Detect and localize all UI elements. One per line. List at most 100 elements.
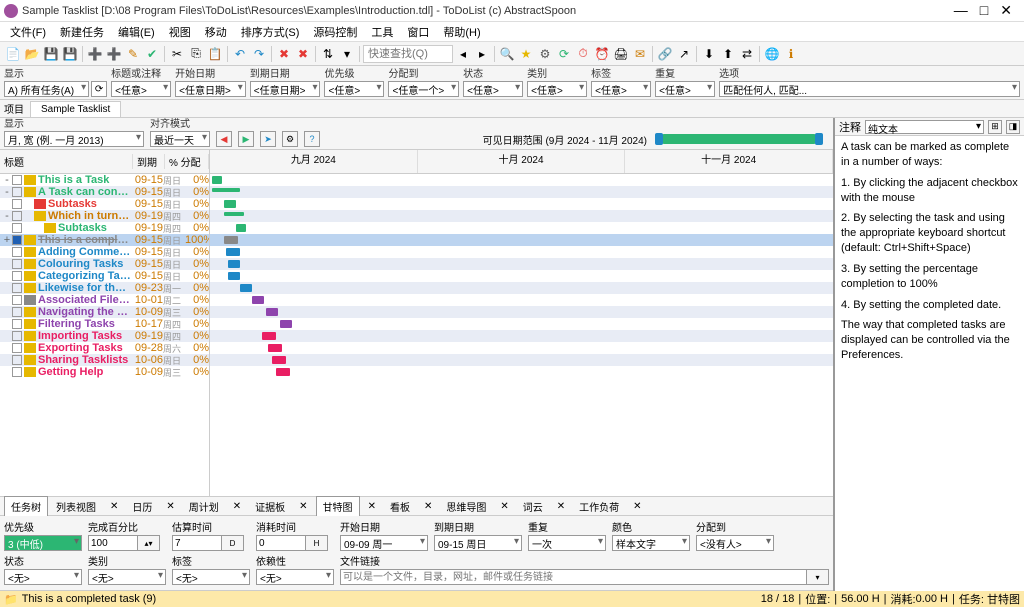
- menu-窗口[interactable]: 窗口: [401, 22, 435, 42]
- view-tab[interactable]: 甘特图: [316, 496, 360, 517]
- gantt-bar[interactable]: [226, 248, 240, 256]
- gantt-settings-button[interactable]: ⚙: [282, 131, 298, 147]
- view-tab[interactable]: ✕: [494, 499, 514, 514]
- startdate-select[interactable]: 09-09 周一: [340, 535, 428, 551]
- close-button[interactable]: ✕: [1000, 2, 1012, 19]
- menu-新建任务[interactable]: 新建任务: [54, 22, 110, 42]
- display-select[interactable]: A) 所有任务(A): [4, 81, 89, 97]
- gantt-bar[interactable]: [262, 332, 276, 340]
- find-icon[interactable]: 🔍: [498, 45, 516, 63]
- menu-视图[interactable]: 视图: [163, 22, 197, 42]
- repeat-select[interactable]: 一次: [528, 535, 606, 551]
- pct-spinner[interactable]: ▴▾: [138, 535, 160, 551]
- view-tab[interactable]: 列表视图: [50, 497, 102, 516]
- minimize-button[interactable]: —: [954, 2, 968, 19]
- save-all-icon[interactable]: 💾: [61, 45, 79, 63]
- task-row[interactable]: +This is a completed ...09-15周日100%: [0, 234, 209, 246]
- new-task-icon[interactable]: ➕: [86, 45, 104, 63]
- dep-select[interactable]: <无>: [256, 569, 334, 585]
- gantt-bar[interactable]: [228, 272, 240, 280]
- cut-icon[interactable]: ✂: [168, 45, 186, 63]
- task-checkbox[interactable]: [12, 199, 22, 209]
- new-icon[interactable]: 📄: [4, 45, 22, 63]
- redo-icon[interactable]: ↷: [250, 45, 268, 63]
- gantt-bar[interactable]: [212, 188, 240, 192]
- task-checkbox[interactable]: [12, 343, 22, 353]
- start-filter[interactable]: <任意日期>: [175, 81, 246, 97]
- gantt-align-select[interactable]: 最近一天: [150, 131, 210, 147]
- refresh-icon[interactable]: ⟳: [555, 45, 573, 63]
- color-select[interactable]: 样本文字: [612, 535, 690, 551]
- status-filter[interactable]: <任意>: [463, 81, 523, 97]
- gantt-bar[interactable]: [266, 308, 278, 316]
- expand-icon[interactable]: +: [2, 234, 12, 246]
- menu-编辑(E)[interactable]: 编辑(E): [112, 22, 161, 42]
- gantt-bar[interactable]: [268, 344, 282, 352]
- task-checkbox[interactable]: [12, 307, 22, 317]
- task-checkbox[interactable]: [12, 367, 22, 377]
- gantt-bar[interactable]: [236, 224, 246, 232]
- view-tab[interactable]: 词云: [517, 497, 549, 516]
- task-row[interactable]: Subtasks09-15周日0%: [0, 198, 209, 210]
- gantt-display-select[interactable]: 月, 宽 (例. 一月 2013): [4, 131, 144, 147]
- delete-all-icon[interactable]: ✖: [294, 45, 312, 63]
- gantt-today-button[interactable]: ◀: [216, 131, 232, 147]
- view-tab[interactable]: ✕: [627, 499, 647, 514]
- view-tab[interactable]: 日历: [126, 497, 158, 516]
- transform-icon[interactable]: ⇄: [738, 45, 756, 63]
- task-row[interactable]: Navigating the Tas...10-09周三0%: [0, 306, 209, 318]
- comments-body[interactable]: A task can be marked as complete in a nu…: [835, 136, 1024, 591]
- task-row[interactable]: Subtasks09-19周四0%: [0, 222, 209, 234]
- copy-icon[interactable]: ⎘: [187, 45, 205, 63]
- sort-icon[interactable]: ⇅: [319, 45, 337, 63]
- task-checkbox[interactable]: [12, 223, 22, 233]
- priority-select[interactable]: 3 (中低): [4, 535, 82, 551]
- cat-filter[interactable]: <任意>: [527, 81, 587, 97]
- gantt-bar[interactable]: [276, 368, 290, 376]
- alloc-filter[interactable]: <任意一个>: [388, 81, 459, 97]
- task-row[interactable]: Importing Tasks09-19周四0%: [0, 330, 209, 342]
- menu-工具[interactable]: 工具: [365, 22, 399, 42]
- task-checkbox[interactable]: [12, 283, 22, 293]
- task-checkbox[interactable]: [12, 259, 22, 269]
- view-tab[interactable]: ✕: [418, 499, 438, 514]
- title-filter[interactable]: <任意>: [111, 81, 171, 97]
- task-row[interactable]: Likewise for the tas...09-23周一0%: [0, 282, 209, 294]
- project-tab[interactable]: Sample Tasklist: [30, 101, 121, 117]
- comments-expand-button[interactable]: ◨: [1006, 120, 1020, 134]
- task-row[interactable]: Categorizing Tasks09-15周日0%: [0, 270, 209, 282]
- spent-input[interactable]: [256, 535, 306, 551]
- edit-icon[interactable]: ✎: [124, 45, 142, 63]
- timer-icon[interactable]: ⏱: [574, 45, 592, 63]
- task-row[interactable]: Getting Help10-09周三0%: [0, 366, 209, 378]
- comments-toggle-button[interactable]: ⊞: [988, 120, 1002, 134]
- gantt-bar[interactable]: [212, 176, 222, 184]
- opt-filter[interactable]: 匹配任何人, 匹配...: [719, 81, 1020, 97]
- task-checkbox[interactable]: [12, 187, 22, 197]
- print-icon[interactable]: 🖨: [612, 45, 630, 63]
- link-input[interactable]: [340, 569, 807, 585]
- view-tab[interactable]: 看板: [384, 497, 416, 516]
- paste-icon[interactable]: 📋: [206, 45, 224, 63]
- cat-select[interactable]: <无>: [88, 569, 166, 585]
- priority-filter[interactable]: <任意>: [324, 81, 384, 97]
- gantt-range-slider[interactable]: [659, 134, 819, 144]
- undo-icon[interactable]: ↶: [231, 45, 249, 63]
- due-filter[interactable]: <任意日期>: [250, 81, 321, 97]
- help-icon[interactable]: 🌐: [763, 45, 781, 63]
- task-row[interactable]: Sharing Tasklists10-06周日0%: [0, 354, 209, 366]
- gantt-bar[interactable]: [240, 284, 252, 292]
- import-icon[interactable]: ⬇: [700, 45, 718, 63]
- filter-refresh-button[interactable]: ⟳: [91, 81, 107, 97]
- repeat-filter[interactable]: <任意>: [655, 81, 715, 97]
- menu-源码控制[interactable]: 源码控制: [307, 22, 363, 42]
- task-checkbox[interactable]: [12, 271, 22, 281]
- tag-select[interactable]: <无>: [172, 569, 250, 585]
- search-next-icon[interactable]: ▸: [473, 45, 491, 63]
- task-checkbox[interactable]: [12, 235, 22, 245]
- status-select[interactable]: <无>: [4, 569, 82, 585]
- task-row[interactable]: -This is a Task09-15周日0%: [0, 174, 209, 186]
- maximize-button[interactable]: □: [980, 2, 988, 19]
- pref-icon[interactable]: ⚙: [536, 45, 554, 63]
- task-row[interactable]: -Which in turn can ...09-19周四0%: [0, 210, 209, 222]
